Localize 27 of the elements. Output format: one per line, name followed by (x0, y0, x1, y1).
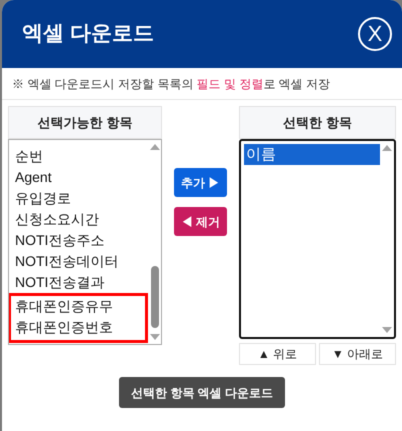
add-button[interactable]: 추가 ▶ (174, 168, 227, 197)
close-button[interactable]: X (358, 17, 392, 51)
list-item[interactable]: NOTI전송주소 (11, 230, 148, 251)
list-item[interactable]: 순번 (11, 146, 148, 167)
remove-button[interactable]: ◀ 제거 (174, 207, 227, 236)
move-down-button[interactable]: ▼ 아래로 (319, 343, 396, 365)
dialog-title: 엑셀 다운로드 (22, 21, 154, 48)
available-heading: 선택가능한 항목 (8, 106, 162, 139)
move-up-button[interactable]: ▲ 위로 (239, 343, 316, 365)
list-item[interactable]: NOTI전송데이터 (11, 251, 148, 272)
list-item[interactable]: 휴대폰인증번호 (11, 317, 145, 338)
notice-text: ※ 엑셀 다운로드시 저장할 목록의 필드 및 정렬로 엑셀 저장 (12, 76, 330, 92)
list-item[interactable]: 유입경로 (11, 188, 148, 209)
scroll-down-icon[interactable] (382, 327, 392, 333)
chosen-heading: 선택한 항목 (239, 106, 396, 139)
scroll-down-icon[interactable] (150, 334, 160, 340)
list-item[interactable]: NOTI전송결과 (11, 272, 148, 293)
download-button[interactable]: 선택한 항목 엑셀 다운로드 (118, 377, 285, 408)
list-item[interactable]: Agent (11, 167, 148, 188)
list-item[interactable]: 신청소요시간 (11, 209, 148, 230)
chosen-list[interactable]: 이름 (239, 139, 396, 339)
list-item[interactable]: 휴대폰인증유무 (11, 296, 145, 317)
scroll-up-icon[interactable] (150, 144, 160, 150)
list-item[interactable]: 이름 (244, 144, 380, 165)
available-list[interactable]: 순번 Agent 유입경로 신청소요시간 NOTI전송주소 NOTI전송데이터 NOTI전송결과 휴대폰인증유무 휴대폰인증번호 (8, 139, 162, 345)
scrollbar-thumb[interactable] (151, 266, 159, 328)
scroll-up-icon[interactable] (382, 145, 392, 151)
